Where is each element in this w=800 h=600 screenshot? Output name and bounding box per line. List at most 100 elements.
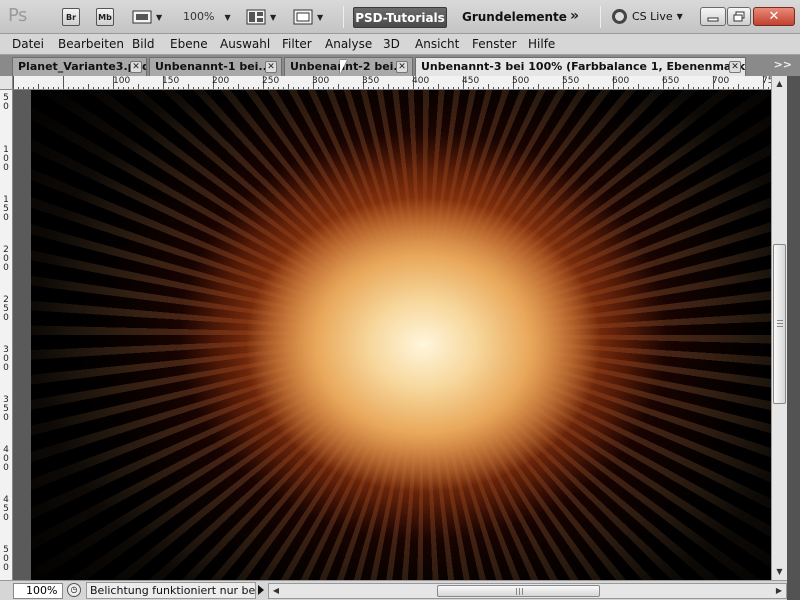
toolbar-divider — [600, 6, 601, 28]
chevron-down-icon: ▼ — [270, 12, 277, 22]
mouse-cursor-icon — [340, 60, 347, 74]
zoom-level-value: 100% — [183, 10, 215, 23]
menu-filter[interactable]: Filter — [282, 37, 312, 51]
scroll-right-icon[interactable]: ▶ — [772, 584, 786, 598]
chevron-down-icon: ▼ — [317, 12, 324, 22]
tab-unbenannt-2[interactable]: Unbenannt-2 bei... ✕ — [284, 57, 413, 76]
close-icon: ✕ — [768, 9, 780, 24]
pasteboard — [13, 90, 31, 580]
menu-auswahl[interactable]: Auswahl — [220, 37, 270, 51]
artwork-vignette — [31, 90, 771, 580]
ruler-label: 700 — [712, 76, 730, 86]
bridge-button[interactable]: Br — [62, 8, 80, 26]
status-bar: 100% ◷ Belichtung funktioniert nur bei 3… — [0, 580, 787, 600]
zoom-level-dropdown[interactable]: 100% ▼ — [183, 10, 231, 23]
film-grid-icon — [132, 10, 152, 24]
minimize-icon — [707, 17, 719, 21]
ruler-label: 200 — [212, 76, 230, 86]
cs-live-dropdown[interactable]: CS Live ▼ — [612, 9, 683, 24]
menu-hilfe[interactable]: Hilfe — [528, 37, 555, 51]
ruler-label: 3 5 0 — [3, 395, 9, 423]
scroll-up-icon[interactable]: ▲ — [772, 76, 787, 91]
toolbar-divider — [343, 6, 344, 28]
ruler-label: 450 — [462, 76, 480, 86]
minibridge-button[interactable]: Mb — [96, 8, 114, 26]
horizontal-ruler[interactable]: 100 150 200 250 300 350 400 450 500 550 … — [13, 76, 771, 90]
ruler-label: 5 0 — [3, 93, 9, 112]
grip-icon — [516, 588, 524, 595]
ruler-label: 550 — [562, 76, 580, 86]
document-tab-bar: Planet_Variante3.psd ✕ Unbenannt-1 bei..… — [0, 55, 800, 77]
restore-button[interactable] — [727, 7, 751, 26]
ruler-label: 100 — [113, 76, 131, 86]
menu-bar: Datei Bearbeiten Bild Ebene Auswahl Filt… — [0, 34, 800, 55]
more-workspaces-icon[interactable]: » — [570, 8, 579, 24]
cs-live-label: CS Live — [632, 10, 673, 23]
ruler-label: 5 0 0 — [3, 545, 9, 573]
menu-datei[interactable]: Datei — [12, 37, 44, 51]
close-icon[interactable]: ✕ — [396, 61, 408, 73]
tab-unbenannt-3[interactable]: Unbenannt-3 bei 100% (Farbbalance 1, Ebe… — [415, 57, 746, 77]
view-extras-dropdown[interactable]: ▼ — [132, 8, 162, 26]
vertical-scroll-thumb[interactable] — [773, 244, 786, 404]
tab-planet-variante3[interactable]: Planet_Variante3.psd ✕ — [12, 57, 147, 76]
minimize-button[interactable] — [700, 7, 726, 26]
screen-mode-dropdown[interactable]: ▼ — [293, 8, 323, 26]
photoshop-logo: Ps — [8, 5, 27, 26]
ruler-label: 2 0 0 — [3, 245, 9, 273]
scroll-left-icon[interactable]: ◀ — [269, 584, 283, 598]
menu-analyse[interactable]: Analyse — [325, 37, 372, 51]
status-menu-arrow-icon[interactable] — [258, 585, 264, 595]
grip-icon — [777, 320, 783, 328]
horizontal-scrollbar[interactable]: ◀ ▶ — [268, 583, 787, 599]
panel-edge — [787, 76, 800, 600]
arrange-grid-icon — [246, 9, 266, 25]
document-canvas[interactable] — [13, 90, 771, 580]
tab-label: Unbenannt-3 bei 100% (Farbbalance 1, Ebe… — [421, 60, 746, 73]
ruler-label: 650 — [662, 76, 680, 86]
application-bar: Ps Br Mb ▼ 100% ▼ ▼ ▼ PSD-Tutorials Grund… — [0, 0, 800, 34]
menu-3d[interactable]: 3D — [383, 37, 400, 51]
menu-ansicht[interactable]: Ansicht — [415, 37, 459, 51]
ruler-label: 750 — [762, 76, 771, 86]
close-icon[interactable]: ✕ — [130, 61, 142, 73]
workspace-grundelemente-button[interactable]: Grundelemente — [462, 10, 567, 24]
close-window-button[interactable]: ✕ — [753, 7, 795, 26]
ruler-label: 400 — [412, 76, 430, 86]
menu-bearbeiten[interactable]: Bearbeiten — [58, 37, 124, 51]
workspace-psd-tutorials-button[interactable]: PSD-Tutorials — [353, 7, 447, 28]
ruler-label: 1 5 0 — [3, 195, 9, 223]
ruler-label: 4 0 0 — [3, 445, 9, 473]
screen-mode-icon — [293, 9, 313, 25]
tab-label: Planet_Variante3.psd — [18, 60, 147, 73]
ruler-label: 300 — [312, 76, 330, 86]
status-zoom-field[interactable]: 100% — [13, 583, 63, 599]
close-icon[interactable]: ✕ — [265, 61, 277, 73]
restore-icon — [733, 11, 745, 22]
horizontal-scroll-thumb[interactable] — [437, 585, 600, 597]
ruler-label: 3 0 0 — [3, 345, 9, 373]
ruler-origin[interactable] — [0, 76, 13, 90]
chevron-down-icon: ▼ — [676, 12, 683, 21]
vertical-ruler[interactable]: 5 0 1 0 0 1 5 0 2 0 0 2 5 0 3 0 0 3 5 0 … — [0, 90, 13, 580]
arrange-documents-dropdown[interactable]: ▼ — [246, 8, 276, 26]
close-icon[interactable]: ✕ — [729, 61, 741, 73]
status-message: Belichtung funktioniert nur bei 32-Bit — [86, 582, 256, 599]
ruler-label: 600 — [612, 76, 630, 86]
tab-label: Unbenannt-1 bei... — [155, 60, 271, 73]
ruler-label: 1 0 0 — [3, 145, 9, 173]
menu-ebene[interactable]: Ebene — [170, 37, 208, 51]
ruler-label: 350 — [362, 76, 380, 86]
status-info-icon[interactable]: ◷ — [67, 583, 81, 597]
menu-fenster[interactable]: Fenster — [472, 37, 517, 51]
ruler-label: 500 — [512, 76, 530, 86]
more-tabs-icon[interactable]: >> — [774, 58, 792, 71]
scroll-down-icon[interactable]: ▼ — [772, 564, 787, 579]
vertical-scrollbar[interactable]: ▲ ▼ — [771, 76, 787, 580]
ruler-label: 150 — [162, 76, 180, 86]
tab-label: Unbenannt-2 bei... — [290, 60, 406, 73]
ruler-label: 2 5 0 — [3, 295, 9, 323]
menu-bild[interactable]: Bild — [132, 37, 155, 51]
tab-unbenannt-1[interactable]: Unbenannt-1 bei... ✕ — [149, 57, 282, 76]
ruler-label: 4 5 0 — [3, 495, 9, 523]
